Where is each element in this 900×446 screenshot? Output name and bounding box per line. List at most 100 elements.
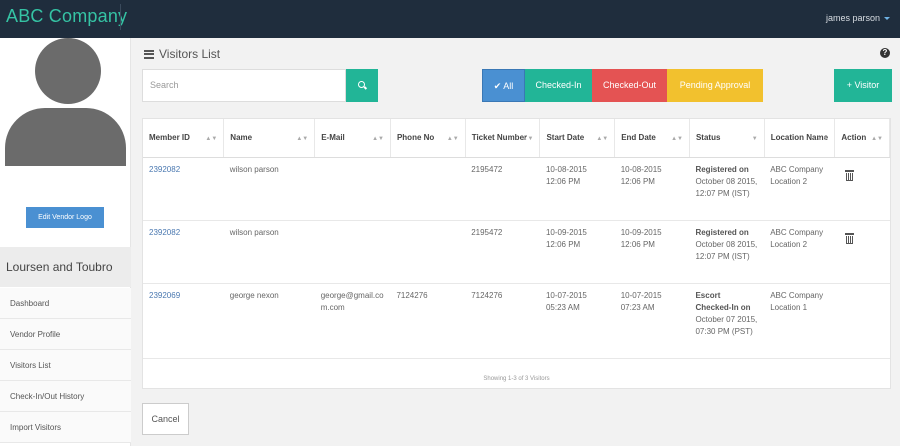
edit-vendor-logo-button[interactable]: Edit Vendor Logo [26,207,104,228]
cell-status: Registered on October 08 2015, 12:07 PM … [689,157,765,221]
avatar-body-shape [5,108,126,166]
col-header-email[interactable]: E-Mail ▲▼ [314,119,391,158]
page-title: Visitors List [159,47,221,61]
status-label: Escort Checked-In on [695,290,751,312]
sort-icon: ▲▼ [596,136,609,142]
cell-end-date: 10-07-2015 07:23 AM [614,283,690,359]
search-button[interactable] [346,69,378,102]
col-header-name[interactable]: Name ▲▼ [223,119,316,158]
sort-icon: ▲▼ [671,136,683,142]
sidebar-item-dashboard[interactable]: Dashboard [0,288,131,319]
status-label: Registered on [695,164,749,174]
sidebar-item-import-visitors[interactable]: Import Visitors [0,412,131,443]
cell-email [314,220,391,284]
col-header-ticket-number[interactable]: Ticket Number ▲▼ [465,119,541,158]
cell-ticket: 2195472 [465,220,540,284]
page-header: Visitors List [144,47,220,61]
visitors-table: Member ID ▲▼ Name ▲▼ E-Mail ▲▼ Phone No ▲▼ T… [142,118,891,389]
status-detail: October 08 2015, 12:07 PM (IST) [695,176,758,198]
cell-member-id: 2392082 [143,220,224,284]
sidebar-nav: Dashboard Vendor Profile Visitors List C… [0,288,131,443]
sort-icon: ▲▼ [446,136,459,142]
filter-pending-approval-button[interactable]: Pending Approval [667,69,763,102]
cell-action [834,220,890,284]
trash-icon[interactable] [844,232,854,244]
user-name: james parson [825,13,880,23]
sidebar-item-checkin-history[interactable]: Check-In/Out History [0,381,131,412]
sort-icon: ▲▼ [372,136,384,142]
col-header-start-date[interactable]: Start Date ▲▼ [539,119,616,158]
cell-email: george@gmail.com.com [314,283,391,359]
col-header-status[interactable]: Status ▼ [689,119,765,158]
company-name: Loursen and Toubro [0,247,131,287]
main-content: Visitors List ? Search ✔ All Checked-In … [131,38,900,446]
status-filter-group: ✔ All Checked-In Checked-Out Pending App… [482,69,763,102]
cell-location: ABC Company Location 2 [764,220,835,284]
add-visitor-button[interactable]: + Visitor [834,69,892,102]
cell-start-date: 10-08-2015 12:06 PM [539,157,615,221]
sort-icon: ▲▼ [816,136,829,142]
user-menu[interactable]: james parson [826,13,890,23]
cell-member-id: 2392082 [143,157,224,221]
cell-status: Escort Checked-In on October 07 2015, 07… [689,283,765,359]
cell-ticket: 7124276 [465,283,540,359]
sidebar-item-visitors-list[interactable]: Visitors List [0,350,131,381]
cell-phone [390,157,466,221]
filter-checked-out-button[interactable]: Checked-Out [592,69,667,102]
sort-icon: ▲▼ [205,136,218,142]
member-id-link[interactable]: 2392069 [149,291,180,300]
trash-icon[interactable] [844,169,854,181]
cell-name: george nexon [223,283,315,359]
col-header-end-date[interactable]: End Date ▲▼ [614,119,690,158]
status-detail: October 08 2015, 12:07 PM (IST) [695,239,758,261]
avatar-head-shape [35,38,101,104]
cell-location: ABC Company Location 1 [764,283,835,359]
filter-checked-in-button[interactable]: Checked-In [525,69,592,102]
cancel-button[interactable]: Cancel [142,403,189,435]
help-icon[interactable]: ? [880,48,890,58]
table-row: 2392082 wilson parson 2195472 10-09-2015… [143,220,890,284]
top-navbar: ABC Company james parson [0,0,900,38]
table-pagination-info: Showing 1-3 of 3 Visitors [483,376,550,382]
filter-all-button[interactable]: ✔ All [482,69,525,102]
col-header-action[interactable]: Action ▲▼ [834,119,890,158]
table-row: 2392082 wilson parson 2195472 10-08-2015… [143,157,890,221]
sidebar-item-vendor-profile[interactable]: Vendor Profile [0,319,131,350]
cell-name: wilson parson [223,220,315,284]
cell-action [834,157,890,221]
col-header-member-id[interactable]: Member ID ▲▼ [143,119,225,158]
cell-ticket: 2195472 [465,157,540,221]
sort-icon: ▲▼ [296,136,309,142]
cell-email [314,157,391,221]
caret-down-icon [884,16,890,20]
cell-phone [390,220,466,284]
member-id-link[interactable]: 2392082 [149,165,180,174]
cell-phone: 7124276 [390,283,466,359]
cell-start-date: 10-07-2015 05:23 AM [539,283,615,359]
cell-start-date: 10-09-2015 12:06 PM [539,220,615,284]
col-header-phone[interactable]: Phone No ▲▼ [390,119,466,158]
table-header-row: Member ID ▲▼ Name ▲▼ E-Mail ▲▼ Phone No ▲▼ T… [143,119,890,158]
sort-desc-icon: ▼ [751,136,758,142]
cell-status: Registered on October 08 2015, 12:07 PM … [689,220,765,284]
search-input[interactable]: Search [142,69,346,102]
sort-icon: ▲▼ [521,136,534,142]
cell-action [834,283,890,359]
cell-location: ABC Company Location 2 [764,157,835,221]
cell-name: wilson parson [223,157,315,221]
brand-divider [120,4,121,30]
col-header-location-name[interactable]: Location Name ▲▼ [764,119,836,158]
status-label: Registered on [695,227,749,237]
sidebar: Edit Vendor Logo Loursen and Toubro Dash… [0,38,131,446]
cell-member-id: 2392069 [143,283,224,359]
table-row: 2392069 george nexon george@gmail.com.co… [143,283,890,359]
status-detail: October 07 2015, 07:30 PM (PST) [695,314,758,336]
list-icon [144,49,154,59]
member-id-link[interactable]: 2392082 [149,228,180,237]
search-icon [357,81,367,90]
sort-icon: ▲▼ [871,136,883,142]
vendor-avatar [5,38,126,166]
cell-end-date: 10-08-2015 12:06 PM [614,157,690,221]
brand-logo[interactable]: ABC Company [6,6,127,27]
cell-end-date: 10-09-2015 12:06 PM [614,220,690,284]
